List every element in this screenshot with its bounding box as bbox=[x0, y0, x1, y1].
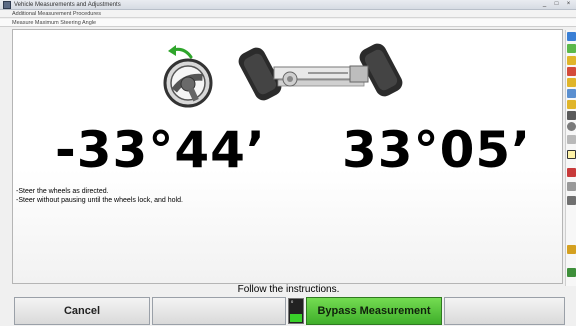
home-icon[interactable] bbox=[567, 44, 576, 53]
minimize-icon[interactable]: _ bbox=[540, 1, 549, 8]
instruction-line: -Steer the wheels as directed. bbox=[16, 188, 109, 195]
title-bar: Vehicle Measurements and Adjustments _ □… bbox=[0, 0, 576, 10]
breadcrumb-level-1[interactable]: Additional Measurement Procedures bbox=[0, 10, 576, 18]
cancel-button[interactable]: Cancel bbox=[14, 297, 150, 325]
caster-icon[interactable] bbox=[567, 67, 576, 76]
print-icon[interactable] bbox=[567, 182, 576, 191]
measurement-progress-indicator: 0 bbox=[288, 298, 304, 324]
camber-icon[interactable] bbox=[567, 56, 576, 65]
thrust-icon[interactable] bbox=[567, 100, 576, 109]
vehicle-side-icon[interactable] bbox=[567, 245, 576, 254]
help-icon[interactable] bbox=[567, 32, 576, 41]
instruction-line: -Steer without pausing until the wheels … bbox=[16, 197, 183, 204]
toe-icon[interactable] bbox=[567, 78, 576, 87]
empty-function-button[interactable] bbox=[444, 297, 565, 325]
curve-icon[interactable] bbox=[567, 150, 576, 159]
setback-icon[interactable] bbox=[567, 89, 576, 98]
right-steering-angle: 33°05’ bbox=[342, 121, 532, 179]
maximize-icon[interactable]: □ bbox=[552, 1, 561, 8]
bypass-measurement-button[interactable]: Bypass Measurement bbox=[306, 297, 442, 325]
progress-scale-label: 0 bbox=[291, 299, 294, 304]
steering-wheel-icon bbox=[163, 58, 213, 108]
front-axle-icon bbox=[238, 43, 403, 101]
bottom-button-bar: Cancel 0 Bypass Measurement bbox=[12, 296, 565, 326]
right-toolbar bbox=[565, 30, 576, 286]
tools-icon[interactable] bbox=[567, 196, 576, 205]
progress-fill bbox=[290, 313, 302, 322]
empty-function-button[interactable] bbox=[152, 297, 286, 325]
display-icon[interactable] bbox=[567, 268, 576, 277]
breadcrumb-level-2: Measure Maximum Steering Angle bbox=[0, 19, 576, 27]
window-title: Vehicle Measurements and Adjustments bbox=[14, 2, 121, 8]
left-steering-angle: -33°44’ bbox=[55, 121, 266, 179]
sai-icon[interactable] bbox=[567, 111, 576, 120]
app-icon bbox=[3, 1, 11, 9]
adjust-icon[interactable] bbox=[567, 135, 576, 144]
car-icon[interactable] bbox=[567, 168, 576, 177]
status-message: Follow the instructions. bbox=[12, 284, 565, 296]
wheel-icon[interactable] bbox=[567, 122, 576, 131]
close-icon[interactable]: × bbox=[564, 1, 573, 8]
